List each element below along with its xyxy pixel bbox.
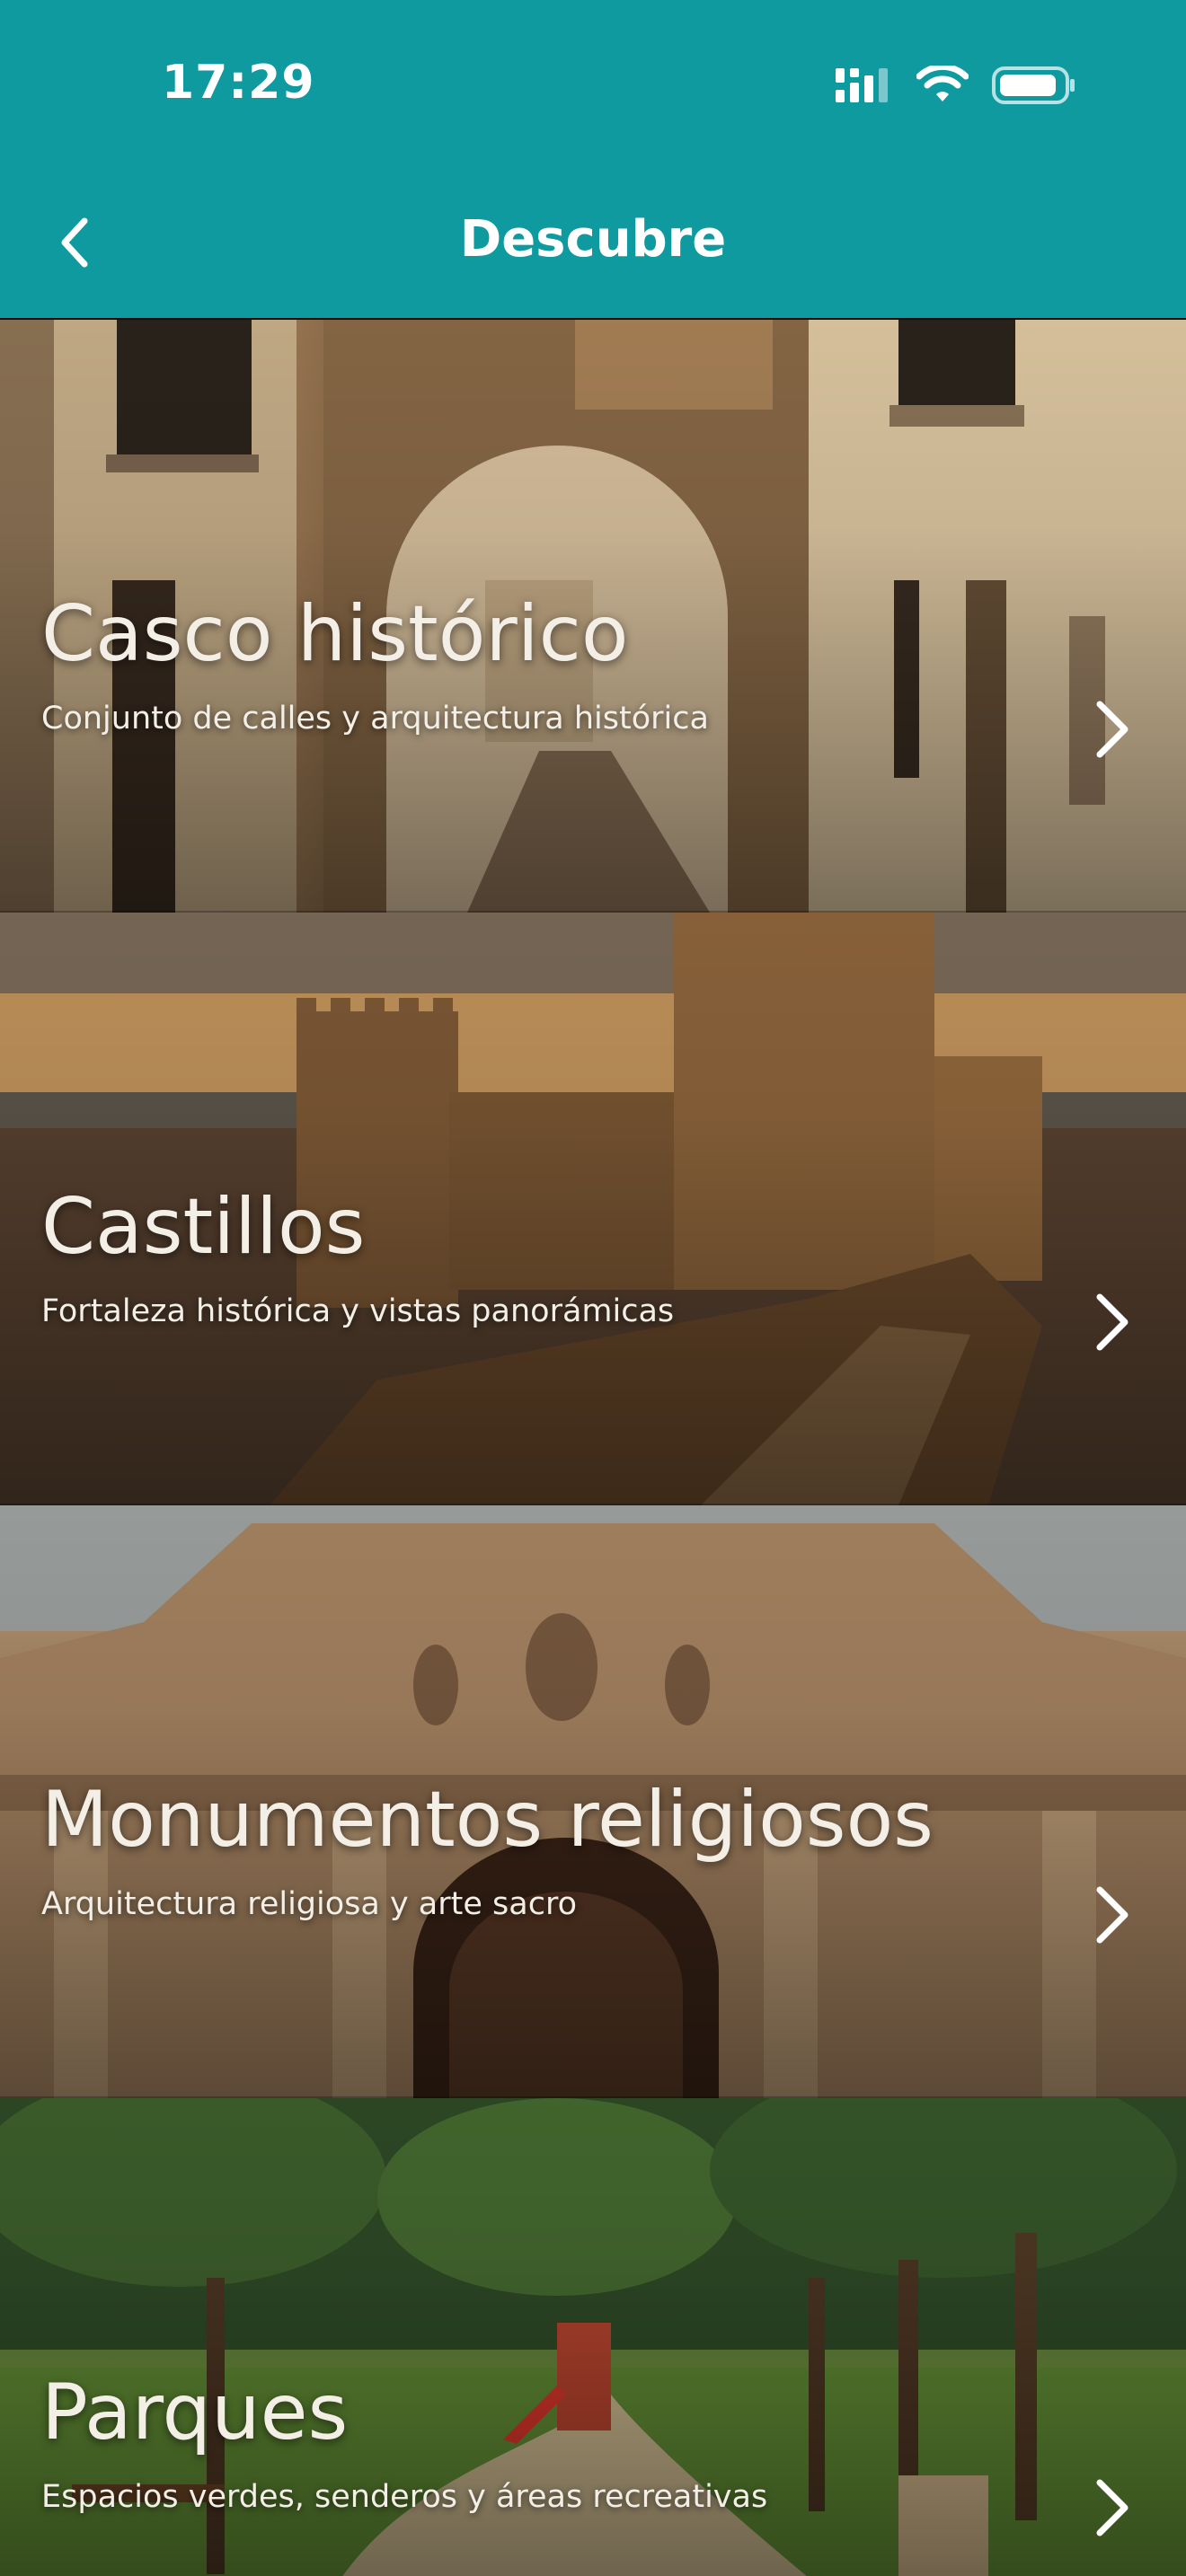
chevron-right-icon[interactable] <box>1089 1290 1136 1354</box>
category-title: Monumentos religiosos <box>41 1775 934 1865</box>
category-title: Casco histórico <box>41 589 629 679</box>
battery-icon <box>992 66 1075 104</box>
chevron-right-icon[interactable] <box>1089 1883 1136 1947</box>
page-title: Descubre <box>459 210 727 269</box>
category-title: Castillos <box>41 1182 366 1272</box>
wifi-icon <box>916 66 969 101</box>
category-card-monumentos-religiosos[interactable]: Monumentos religiosos Arquitectura relig… <box>0 1504 1186 2098</box>
cellular-signal-icon <box>836 68 888 102</box>
status-icons <box>834 65 1076 106</box>
app-screen: 17:29 Descubre Casco histórico Conjunto … <box>0 0 1186 2576</box>
category-card-parques[interactable]: Parques Espacios verdes, senderos y área… <box>0 2096 1186 2576</box>
category-subtitle: Fortaleza histórica y vistas panorámicas <box>41 1293 675 1329</box>
status-time: 17:29 <box>162 56 315 110</box>
category-subtitle: Conjunto de calles y arquitectura histór… <box>41 701 709 737</box>
category-card-castillos[interactable]: Castillos Fortaleza histórica y vistas p… <box>0 911 1186 1505</box>
category-subtitle: Arquitectura religiosa y arte sacro <box>41 1886 577 1922</box>
category-title: Parques <box>41 2368 349 2457</box>
category-subtitle: Espacios verdes, senderos y áreas recrea… <box>41 2479 768 2515</box>
top-header: 17:29 Descubre <box>0 0 1186 318</box>
nav-bar: Descubre <box>0 198 1186 287</box>
chevron-right-icon[interactable] <box>1089 697 1136 762</box>
chevron-right-icon[interactable] <box>1089 2475 1136 2540</box>
category-card-casco-historico[interactable]: Casco histórico Conjunto de calles y arq… <box>0 318 1186 913</box>
